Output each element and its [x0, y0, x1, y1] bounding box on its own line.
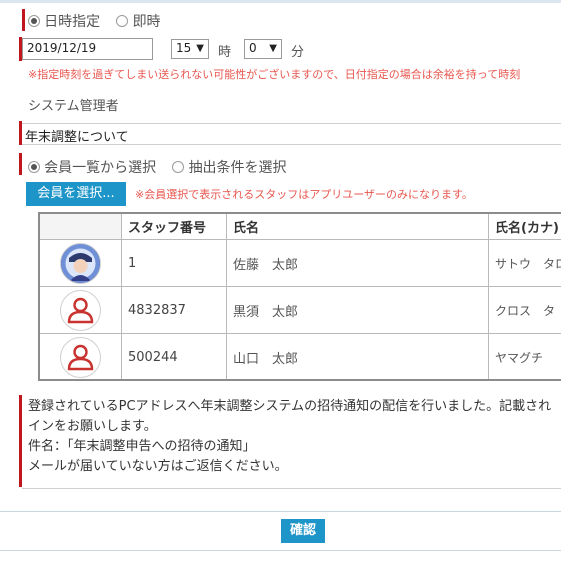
section-marker [19, 395, 22, 487]
message-line: 登録されているPCアドレスへ年末調整システムの招待通知の配信を行いました。記載さ… [28, 399, 552, 414]
minute-unit: 分 [291, 45, 305, 60]
divider [0, 511, 561, 512]
radio-immediate[interactable] [116, 15, 129, 27]
hour-select[interactable]: 15 ▼ [171, 39, 209, 59]
user-placeholder-icon [59, 289, 101, 331]
divider [0, 550, 561, 551]
radio-immediate-label[interactable]: 即時 [133, 14, 161, 30]
kana-cell: サトウ タロ [488, 239, 561, 287]
kana-cell: クロス タ [488, 286, 561, 334]
confirm-button[interactable]: 確認 [281, 519, 325, 543]
col-name: 氏名 [226, 212, 489, 240]
message-line: 件名：「年末調整申告への招待の通知」 [28, 439, 256, 454]
section-marker [19, 153, 22, 175]
minute-value: 0 [249, 41, 257, 55]
table-row[interactable]: 4832837 黒須 太郎 クロス タ [38, 286, 561, 334]
hour-unit: 時 [218, 45, 232, 60]
schedule-warning: ※指定時刻を過ぎてしまい送られない可能性がございますので、日付指定の場合は余裕を… [28, 68, 521, 81]
member-source-options: 会員一覧から選択 抽出条件を選択 [28, 157, 287, 177]
kana-cell: ヤマグチ [488, 333, 561, 381]
section-marker [22, 9, 25, 31]
name-cell: 佐藤 太郎 [226, 239, 489, 287]
select-members-note: ※会員選択で表示されるスタッフはアプリユーザーのみになります。 [135, 188, 473, 201]
message-body[interactable]: 登録されているPCアドレスへ年末調整システムの招待通知の配信を行いました。記載さ… [28, 397, 551, 477]
name-cell: 黒須 太郎 [226, 286, 489, 334]
top-border [0, 0, 561, 3]
radio-from-list[interactable] [28, 161, 40, 173]
message-line: インをお願いします。 [28, 419, 157, 434]
col-staff-no: スタッフ番号 [121, 212, 227, 240]
chevron-down-icon: ▼ [269, 43, 277, 54]
staff-no-cell: 500244 [121, 333, 227, 381]
staff-no-cell: 1 [121, 239, 227, 287]
col-kana: 氏名(カナ) [488, 212, 561, 240]
name-cell: 山口 太郎 [226, 333, 489, 381]
radio-by-criteria-label[interactable]: 抽出条件を選択 [189, 160, 287, 176]
staff-no-cell: 4832837 [121, 286, 227, 334]
chevron-down-icon: ▼ [196, 43, 204, 54]
radio-scheduled[interactable] [28, 15, 40, 27]
table-row[interactable]: 500244 山口 太郎 ヤマグチ [38, 333, 561, 381]
radio-scheduled-label[interactable]: 日時指定 [44, 14, 100, 30]
minute-select[interactable]: 0 ▼ [244, 39, 282, 59]
message-line: メールが届いていない方はご返信ください。 [28, 459, 288, 474]
radio-from-list-label[interactable]: 会員一覧から選択 [44, 160, 156, 176]
sender-label: システム管理者 [28, 99, 119, 114]
subject-field[interactable]: 年末調整について [22, 123, 561, 145]
hour-value: 15 [176, 41, 192, 55]
user-photo-icon [59, 242, 101, 284]
delivery-timing-options: 日時指定 即時 [28, 11, 161, 31]
select-members-button[interactable]: 会員を選択... [26, 182, 126, 206]
col-avatar [38, 212, 122, 240]
table-header-row: スタッフ番号 氏名 氏名(カナ) [38, 212, 561, 240]
date-field[interactable]: 2019/12/19 [22, 38, 153, 60]
table-row[interactable]: 1 佐藤 太郎 サトウ タロ [38, 239, 561, 287]
divider [22, 488, 561, 489]
radio-by-criteria[interactable] [172, 161, 185, 173]
user-placeholder-icon [59, 336, 101, 378]
members-table: スタッフ番号 氏名 氏名(カナ) 1 佐藤 太郎 サトウ タロ 4832837 … [38, 212, 561, 381]
